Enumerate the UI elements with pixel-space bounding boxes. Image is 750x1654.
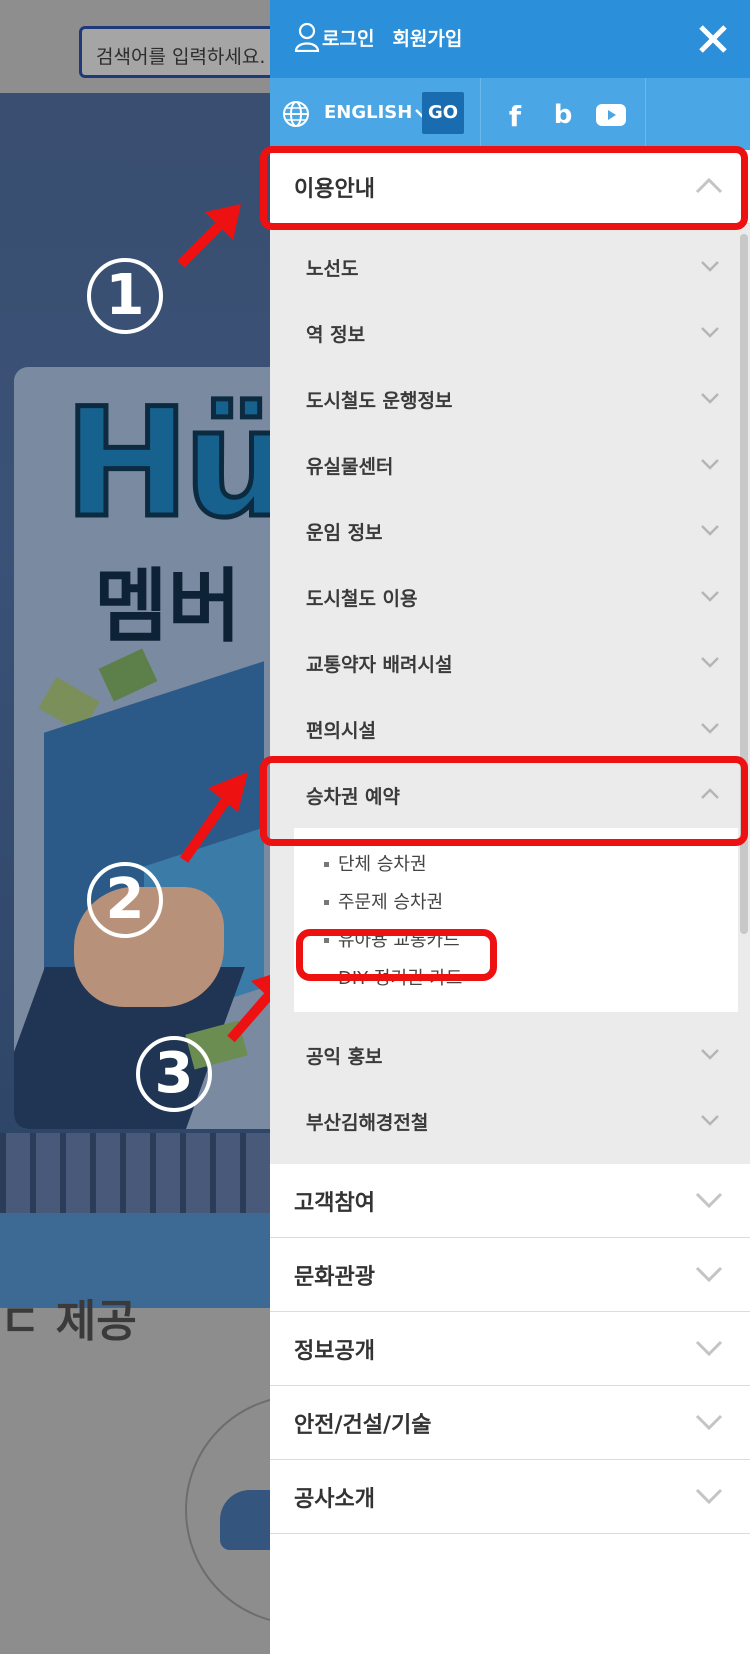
chevron-down-icon xyxy=(695,1414,723,1431)
language-select[interactable]: ENGLISH xyxy=(324,102,430,123)
submenu-panel: 노선도 역 정보 도시철도 운행정보 유실물센터 운임 정보 도시철도 이용 교… xyxy=(270,224,750,1164)
menu-section-label: 안전/건설/기술 xyxy=(294,1412,432,1438)
drawer-header: 로그인 회원가입 xyxy=(270,0,750,78)
submenu-item-accessibility[interactable]: 교통약자 배려시설 xyxy=(270,630,750,696)
submenu-item-label: 역 정보 xyxy=(306,323,366,346)
banner-logo-text: Hü xyxy=(61,375,270,554)
chevron-down-icon xyxy=(701,327,719,338)
account-links: 로그인 회원가입 xyxy=(294,22,462,52)
submenu-item-route-map[interactable]: 노선도 xyxy=(270,234,750,300)
menu-section-label: 정보공개 xyxy=(294,1338,375,1364)
chevron-down-icon xyxy=(695,1340,723,1357)
menu-section-about[interactable]: 공사소개 xyxy=(270,1460,750,1534)
youtube-icon[interactable] xyxy=(596,104,626,128)
globe-icon xyxy=(283,101,309,127)
chevron-down-icon xyxy=(695,1488,723,1505)
menu-section-safety[interactable]: 안전/건설/기술 xyxy=(270,1386,750,1460)
chevron-down-icon xyxy=(701,657,719,668)
chevron-down-icon xyxy=(701,591,719,602)
menu-section-culture[interactable]: 문화관광 xyxy=(270,1238,750,1312)
submenu-item-fare-info[interactable]: 운임 정보 xyxy=(270,498,750,564)
submenu-item-facilities[interactable]: 편의시설 xyxy=(270,696,750,762)
submenu-item-label: 도시철도 운행정보 xyxy=(306,389,453,412)
submenu-item-lost-found[interactable]: 유실물센터 xyxy=(270,432,750,498)
submenu-item-label: 운임 정보 xyxy=(306,521,383,544)
chevron-down-icon xyxy=(701,1115,719,1126)
search-input[interactable]: 검색어를 입력하세요. xyxy=(79,26,279,78)
chevron-down-icon xyxy=(695,1192,723,1209)
submenu-item-public-promo[interactable]: 공익 홍보 xyxy=(270,1022,750,1088)
submenu-item-station-info[interactable]: 역 정보 xyxy=(270,300,750,366)
arrow-icon xyxy=(179,772,248,863)
step-1-badge: 1 xyxy=(87,258,163,334)
chevron-down-icon xyxy=(701,459,719,470)
menu-section-label: 문화관광 xyxy=(294,1264,375,1290)
divider xyxy=(645,78,646,150)
submenu-item-bgl[interactable]: 부산김해경전철 xyxy=(270,1088,750,1154)
drawer-toolbar: ENGLISH GO f b xyxy=(270,78,750,150)
go-button[interactable]: GO xyxy=(422,92,464,134)
user-icon xyxy=(294,22,320,52)
content-heading: ㄷ 제공 xyxy=(0,1296,137,1347)
signup-link[interactable]: 회원가입 xyxy=(392,24,462,51)
step-3-badge: 3 xyxy=(136,1036,212,1112)
submenu-item-operation-info[interactable]: 도시철도 운행정보 xyxy=(270,366,750,432)
submenu-item-label: 교통약자 배려시설 xyxy=(306,653,453,676)
close-icon[interactable] xyxy=(696,22,730,56)
chevron-down-icon xyxy=(701,393,719,404)
step-2-badge: 2 xyxy=(87,862,163,938)
banner-title-text: 멤버 xyxy=(94,560,242,653)
leaf-custom-ticket[interactable]: 주문제 승차권 xyxy=(294,882,738,920)
chevron-down-icon xyxy=(701,723,719,734)
login-link[interactable]: 로그인 xyxy=(322,24,374,51)
highlight-box-step2 xyxy=(260,756,748,846)
highlight-box-step3 xyxy=(296,929,497,981)
menu-section-disclosure[interactable]: 정보공개 xyxy=(270,1312,750,1386)
submenu-item-label: 편의시설 xyxy=(306,719,376,742)
submenu-item-label: 노선도 xyxy=(306,257,359,280)
divider xyxy=(480,78,481,150)
chevron-down-icon xyxy=(695,1266,723,1283)
facebook-icon[interactable]: f xyxy=(500,100,530,133)
submenu-item-label: 도시철도 이용 xyxy=(306,587,418,610)
submenu-item-usage[interactable]: 도시철도 이용 xyxy=(270,564,750,630)
submenu-item-label: 공익 홍보 xyxy=(306,1045,383,1068)
chevron-down-icon xyxy=(701,1049,719,1060)
submenu-item-label: 유실물센터 xyxy=(306,455,394,478)
menu-section-label: 고객참여 xyxy=(294,1190,375,1216)
submenu-item-label: 부산김해경전철 xyxy=(306,1111,429,1134)
blog-icon[interactable]: b xyxy=(548,100,578,130)
chevron-down-icon xyxy=(701,525,719,536)
arrow-icon xyxy=(177,204,241,268)
chevron-down-icon xyxy=(701,261,719,272)
leaf-group-ticket[interactable]: 단체 승차권 xyxy=(294,844,738,882)
menu-section-label: 공사소개 xyxy=(294,1486,375,1512)
menu-section-customer[interactable]: 고객참여 xyxy=(270,1164,750,1238)
highlight-box-step1 xyxy=(260,146,748,230)
ticket-submenu-list: 단체 승차권 주문제 승차권 유아용 교통카드 DIY 정기권 카드 xyxy=(294,828,738,1012)
rail-illustration xyxy=(0,1133,270,1213)
language-label: ENGLISH xyxy=(324,102,413,123)
